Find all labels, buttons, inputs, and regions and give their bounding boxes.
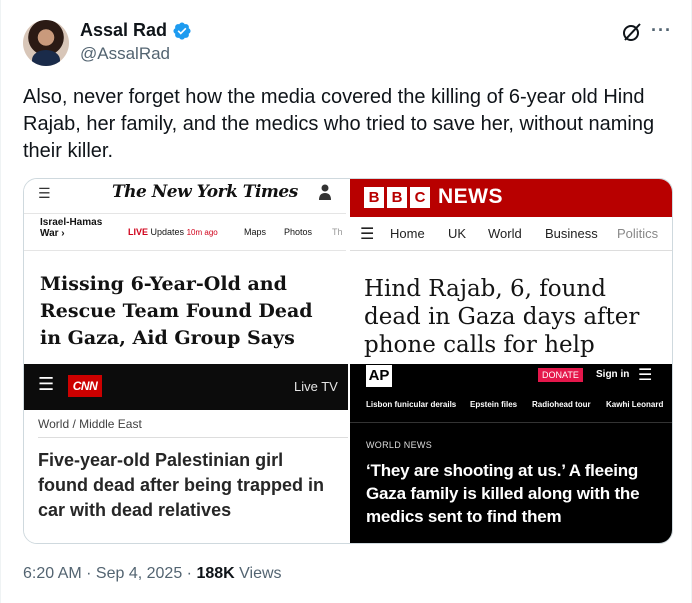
ap-nav-item: Kawhi Leonard [606, 400, 664, 409]
media-ap[interactable]: AP DONATE Sign in ☰ Lisbon funicular der… [350, 364, 672, 543]
author-handle[interactable]: @AssalRad [80, 44, 170, 64]
tweet-meta: 6:20 AM · Sep 4, 2025 · 188K Views [23, 565, 282, 583]
nyt-section: Israel-Hamas War › [40, 217, 103, 239]
media-grid[interactable]: ☰ The New York Times Israel-Hamas War › … [23, 178, 673, 544]
menu-icon: ☰ [38, 374, 55, 394]
ap-donate-button: DONATE [538, 368, 583, 382]
nyt-nav: Israel-Hamas War › LIVE Updates 10m ago … [24, 213, 346, 251]
media-nyt[interactable]: ☰ The New York Times Israel-Hamas War › … [24, 179, 346, 362]
verified-badge-icon [173, 21, 191, 40]
menu-icon: ☰ [38, 185, 51, 201]
author-name[interactable]: Assal Rad [80, 20, 167, 41]
ap-headline: ‘They are shooting at us.’ A fleeing Gaz… [366, 461, 640, 526]
nyt-live-label: LIVE [128, 227, 149, 237]
views-label: Views [234, 565, 282, 582]
menu-icon: ☰ [360, 226, 375, 243]
ap-sign-in: Sign in [596, 369, 630, 380]
bbc-logo-block: C [410, 187, 430, 208]
nyt-header: ☰ The New York Times [24, 179, 346, 209]
cnn-headline: Five-year-old Palestinian girl found dea… [38, 450, 325, 520]
grok-icon[interactable] [620, 20, 644, 44]
bbc-nav-world: World [488, 226, 522, 241]
views-count[interactable]: 188K [196, 565, 234, 582]
ap-nav-item: Lisbon funicular derails [366, 400, 457, 409]
bbc-nav-home: Home [390, 226, 425, 241]
author-name-row: Assal Rad [80, 20, 192, 41]
ap-nav-item: Epstein files [470, 400, 518, 409]
nyt-logo: The New York Times [112, 182, 298, 202]
cnn-live-tv: Live TV [294, 379, 338, 394]
cnn-logo: CNN [68, 375, 102, 397]
nyt-live-updates: LIVE Updates 10m ago [128, 227, 218, 237]
bbc-nav-uk: UK [448, 226, 467, 241]
bbc-header: B B C NEWS [350, 179, 672, 217]
bbc-news-label: NEWS [438, 185, 503, 208]
bbc-logo-block: B [387, 187, 407, 208]
nyt-live-text: Updates [150, 227, 185, 237]
bbc-nav-business: Business [545, 226, 598, 241]
nyt-nav-photos: Photos [284, 227, 313, 237]
bbc-nav-politics: Politics [617, 226, 659, 241]
tweet-text: Also, never forget how the media covered… [23, 86, 655, 162]
cnn-header: ☰ CNN Live TV [24, 364, 348, 410]
menu-icon: ☰ [638, 367, 653, 384]
nyt-nav-more: Th [332, 227, 343, 237]
tweet-card: Assal Rad @AssalRad ··· Also, never forg… [0, 0, 692, 603]
nyt-live-time: 10m ago [186, 228, 218, 237]
media-bbc[interactable]: B B C NEWS ☰ Home UK World Business Poli… [350, 179, 672, 362]
timestamp[interactable]: 6:20 AM · Sep 4, 2025 · [23, 565, 196, 582]
nyt-headline: Missing 6-Year-Old and Rescue Team Found… [40, 273, 313, 349]
user-icon [319, 184, 331, 200]
ap-header: AP DONATE Sign in ☰ [350, 364, 672, 392]
more-icon[interactable]: ··· [651, 20, 672, 41]
cnn-section: World / Middle East [38, 410, 348, 438]
ap-nav-item: Radiohead tour [532, 400, 591, 409]
divider [350, 422, 672, 423]
ap-kicker: WORLD NEWS [366, 440, 432, 450]
bbc-headline: Hind Rajab, 6, found dead in Gaza days a… [364, 276, 640, 358]
bbc-nav: ☰ Home UK World Business Politics [350, 217, 672, 251]
avatar[interactable] [23, 20, 69, 66]
bbc-logo-block: B [364, 187, 384, 208]
nyt-nav-maps: Maps [244, 227, 267, 237]
media-cnn[interactable]: ☰ CNN Live TV World / Middle East Five-y… [24, 364, 348, 543]
bbc-logo: B B C [364, 187, 430, 208]
ap-logo: AP [366, 365, 392, 387]
